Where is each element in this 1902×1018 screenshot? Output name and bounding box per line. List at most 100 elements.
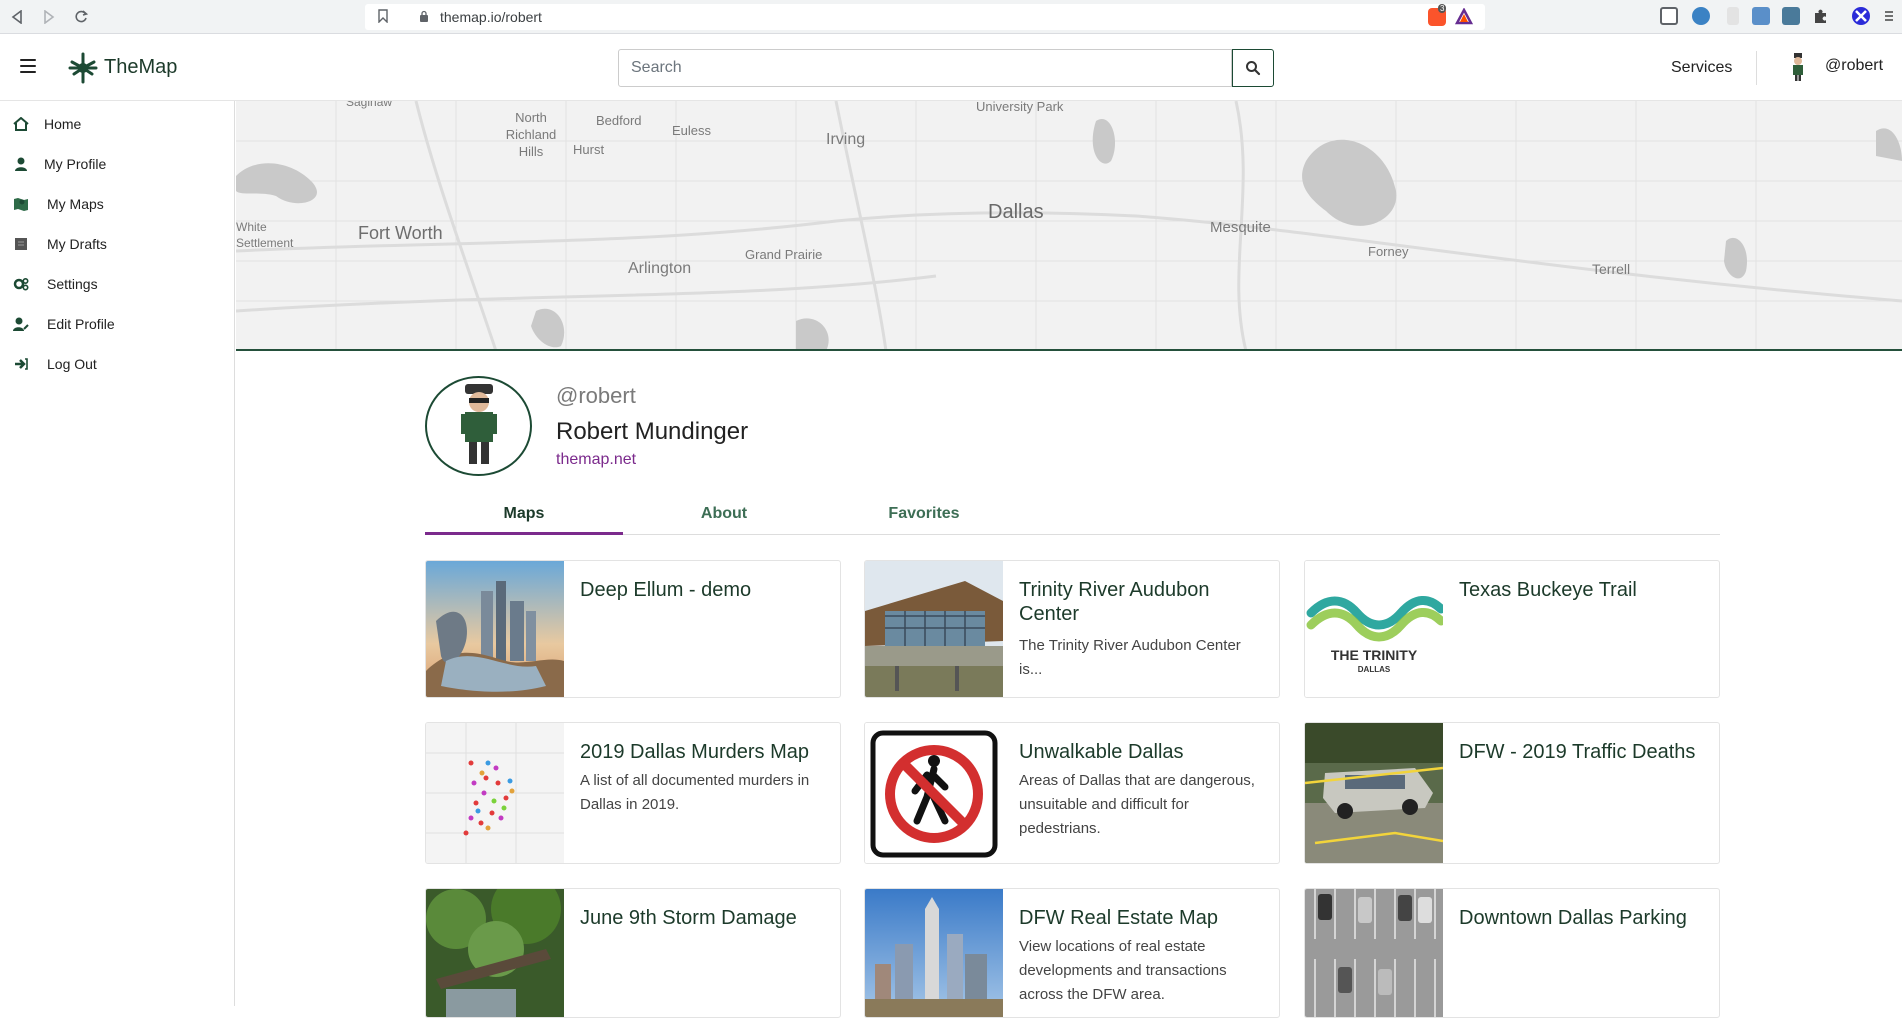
card-description: View locations of real estate developmen…	[1019, 938, 1227, 1003]
map-label: North Richland Hills	[505, 110, 557, 159]
bookmark-icon[interactable]	[378, 9, 388, 23]
map-label: White Settlement	[236, 220, 294, 250]
search-button[interactable]	[1232, 49, 1274, 87]
search-icon	[1246, 61, 1261, 76]
profile-name: Robert Mundinger	[556, 418, 749, 445]
hamburger-menu-icon[interactable]	[20, 59, 36, 73]
card-thumbnail	[865, 723, 1003, 863]
map-label: Saginaw	[346, 101, 393, 109]
map-card-traffic-deaths[interactable]: DFW - 2019 Traffic Deaths	[1304, 722, 1720, 864]
user-menu[interactable]: @robert	[1825, 57, 1883, 75]
sidebar-item-label: My Drafts	[47, 236, 107, 252]
card-thumbnail	[426, 889, 564, 1017]
reload-icon[interactable]	[70, 6, 92, 28]
map-card-storm-damage[interactable]: June 9th Storm Damage	[425, 888, 841, 1018]
map-card-dallas-murders[interactable]: 2019 Dallas Murders Map A list of all do…	[425, 722, 841, 864]
logo-text[interactable]: TheMap	[104, 56, 177, 79]
sidebar-item-my-maps[interactable]: My Maps	[0, 189, 234, 219]
map-card-real-estate[interactable]: DFW Real Estate Map View locations of re…	[864, 888, 1280, 1018]
card-thumbnail	[1305, 723, 1443, 863]
thumbnail-logo-text: THE TRINITY	[1330, 647, 1418, 663]
user-icon	[15, 157, 27, 171]
menu-icon[interactable]	[1884, 7, 1894, 25]
user-edit-icon	[13, 317, 29, 331]
card-title[interactable]: 2019 Dallas Murders Map	[580, 740, 830, 764]
sidebar-item-label: Log Out	[47, 356, 97, 372]
card-title[interactable]: June 9th Storm Damage	[580, 906, 830, 930]
map-card-unwalkable-dallas[interactable]: Unwalkable Dallas Areas of Dallas that a…	[864, 722, 1280, 864]
puzzle-icon[interactable]	[1812, 7, 1830, 25]
services-menu[interactable]: Services	[1671, 59, 1732, 77]
map-label: Arlington	[628, 260, 692, 277]
map-card-deep-ellum[interactable]: Deep Ellum - demo	[425, 560, 841, 698]
card-thumbnail	[426, 561, 564, 697]
drafts-icon	[15, 238, 27, 250]
gears-icon	[13, 277, 29, 291]
profile-handle: @robert	[556, 383, 636, 408]
sidebar-item-edit-profile[interactable]: Edit Profile	[0, 309, 234, 339]
thumbnail-logo-subtext: DALLAS	[1357, 665, 1391, 674]
back-icon[interactable]	[6, 6, 28, 28]
map-label: Euless	[672, 123, 712, 138]
sidebar-item-label: Home	[44, 116, 82, 132]
card-thumbnail	[426, 723, 564, 863]
card-title[interactable]: Trinity River Audubon Center	[1019, 578, 1269, 626]
app-header: TheMap Services @robert	[0, 35, 1902, 101]
sidebar-item-label: My Profile	[44, 156, 107, 172]
extension-icon[interactable]	[1782, 7, 1800, 25]
card-title[interactable]: DFW - 2019 Traffic Deaths	[1459, 740, 1709, 764]
card-thumbnail: THE TRINITY DALLAS	[1305, 561, 1443, 697]
extension-icon[interactable]	[1692, 7, 1710, 25]
map-label: University Park	[976, 101, 1064, 114]
sidebar-item-home[interactable]: Home	[0, 109, 234, 139]
card-title[interactable]: Deep Ellum - demo	[580, 578, 830, 602]
tab-about[interactable]: About	[625, 497, 823, 535]
tab-maps[interactable]: Maps	[425, 497, 623, 535]
extension-icon[interactable]	[1752, 7, 1770, 25]
sidebar-item-my-drafts[interactable]: My Drafts	[0, 229, 234, 259]
map-label: Grand Prairie	[745, 247, 823, 262]
lock-icon	[420, 10, 428, 22]
map-label: Bedford	[596, 113, 642, 128]
map-label: Dallas	[988, 201, 1044, 223]
themap-logo-icon[interactable]	[68, 52, 98, 84]
profile-avatar	[425, 376, 532, 476]
sidebar-item-log-out[interactable]: Log Out	[0, 349, 234, 379]
sidebar-item-my-profile[interactable]: My Profile	[0, 149, 234, 179]
header-divider	[1756, 51, 1757, 85]
map-card-texas-buckeye[interactable]: THE TRINITY DALLAS Texas Buckeye Trail	[1304, 560, 1720, 698]
card-title[interactable]: Downtown Dallas Parking	[1459, 906, 1709, 930]
map-banner[interactable]: Saginaw North Richland Hills Bedford Eul…	[236, 101, 1902, 351]
map-label: Terrell	[1592, 261, 1631, 277]
sidebar-item-settings[interactable]: Settings	[0, 269, 234, 299]
map-label: Mesquite	[1210, 219, 1271, 236]
card-thumbnail	[865, 561, 1003, 697]
sidebar-item-label: Settings	[47, 276, 98, 292]
map-label: Fort Worth	[358, 223, 443, 243]
search-bar	[618, 49, 1274, 87]
home-icon	[13, 117, 29, 131]
tab-favorites[interactable]: Favorites	[825, 497, 1023, 535]
user-avatar[interactable]	[1790, 53, 1806, 81]
browser-toolbar: themap.io/robert 3	[0, 0, 1902, 34]
search-input[interactable]	[618, 49, 1232, 87]
profile-website-link[interactable]: themap.net	[556, 451, 636, 469]
card-description: The Trinity River Audubon Center is...	[1019, 637, 1241, 678]
card-title[interactable]: Unwalkable Dallas	[1019, 740, 1269, 764]
card-title[interactable]: DFW Real Estate Map	[1019, 906, 1269, 930]
profile-icon[interactable]	[1852, 7, 1870, 25]
extension-icon[interactable]	[1727, 7, 1739, 25]
brave-rewards-icon[interactable]	[1455, 8, 1473, 26]
url-text[interactable]: themap.io/robert	[440, 9, 542, 25]
map-card-downtown-parking[interactable]: Downtown Dallas Parking	[1304, 888, 1720, 1018]
map-card-trinity-audubon[interactable]: Trinity River Audubon Center The Trinity…	[864, 560, 1280, 698]
card-title[interactable]: Texas Buckeye Trail	[1459, 578, 1709, 602]
map-label: Hurst	[573, 142, 605, 157]
map-label: Irving	[826, 131, 866, 148]
forward-icon[interactable]	[38, 6, 60, 28]
profile-tabs: Maps About Favorites	[425, 497, 1720, 535]
pocket-icon[interactable]	[1660, 7, 1678, 25]
sidebar-item-label: My Maps	[47, 196, 104, 212]
address-bar[interactable]: themap.io/robert 3	[365, 4, 1485, 30]
sidebar: Home My Profile My Maps My Drafts Settin…	[0, 101, 235, 1006]
